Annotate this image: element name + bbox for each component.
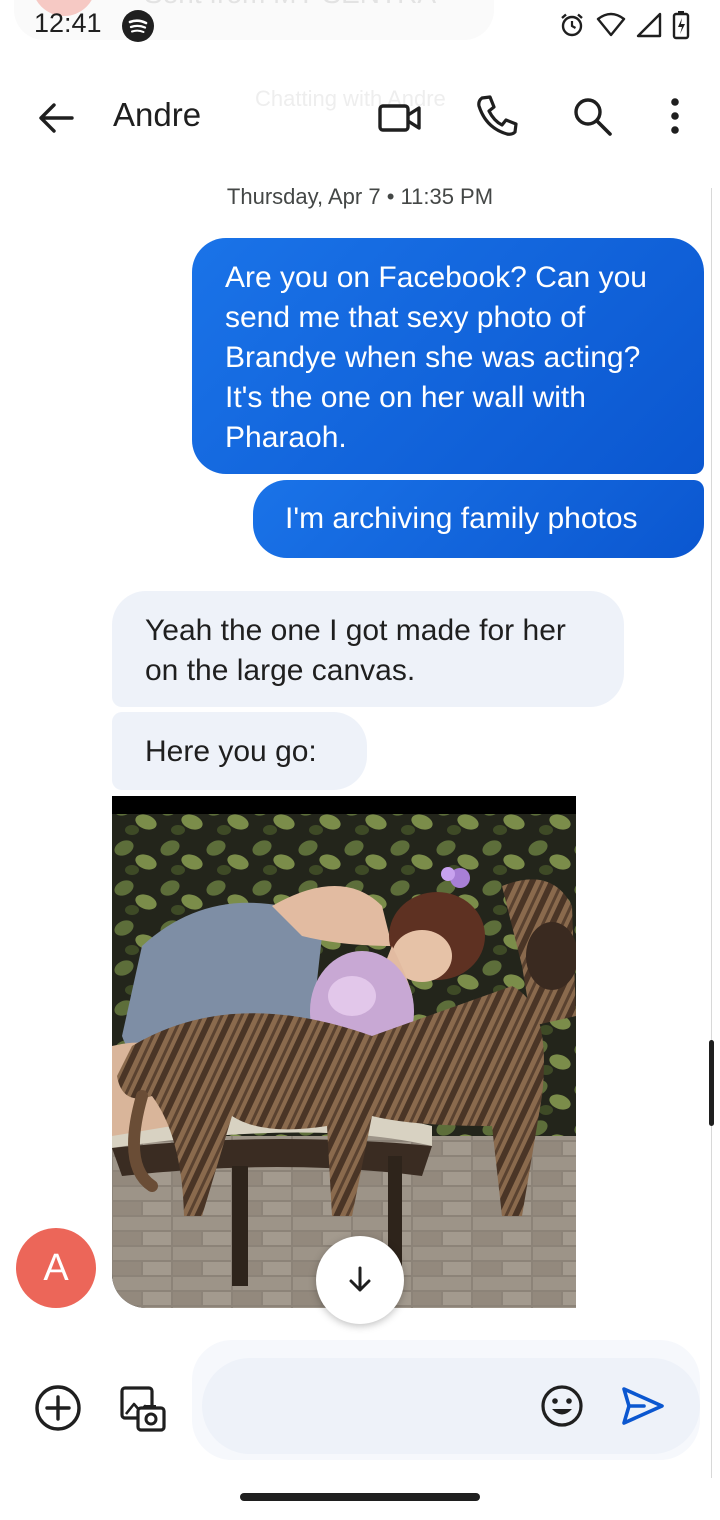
- search-icon: [574, 98, 612, 136]
- emoji-icon: [541, 1385, 583, 1427]
- gesture-nav-handle[interactable]: [240, 1493, 480, 1501]
- contact-name[interactable]: Andre: [113, 96, 201, 134]
- status-icons: [558, 10, 690, 40]
- scrollbar-thumb[interactable]: [709, 1040, 714, 1126]
- app-bar: Chatting with Andre Andre: [0, 70, 720, 166]
- video-call-icon: [378, 104, 421, 132]
- message-timestamp: Thursday, Apr 7 • 11:35 PM: [226, 184, 494, 209]
- arrow-down-icon: [349, 1266, 371, 1292]
- notification-ghost-text: Sent from MY SENTRA: [144, 0, 436, 10]
- back-button[interactable]: [34, 96, 78, 140]
- search-button[interactable]: [570, 94, 614, 138]
- received-message-bubble[interactable]: Here you go:: [112, 712, 367, 790]
- gallery-button[interactable]: [118, 1384, 168, 1434]
- phone-icon: [477, 95, 518, 136]
- more-vert-icon: [671, 98, 679, 134]
- spotify-icon: [122, 10, 154, 42]
- emoji-button[interactable]: [540, 1384, 584, 1428]
- received-message-bubble[interactable]: Yeah the one I got made for her on the l…: [112, 591, 624, 707]
- status-clock: 12:41: [34, 8, 102, 38]
- sent-message-bubble[interactable]: Are you on Facebook? Can you send me tha…: [192, 238, 704, 474]
- gallery-icon: [120, 1386, 166, 1432]
- battery-charging-icon: [672, 10, 690, 40]
- send-button[interactable]: [620, 1384, 666, 1428]
- add-circle-icon: [35, 1385, 81, 1431]
- scrollbar-track: [711, 188, 712, 1478]
- more-options-button[interactable]: [660, 94, 690, 138]
- signal-icon: [636, 12, 662, 38]
- photo-image: [112, 796, 576, 1308]
- wifi-icon: [596, 12, 626, 38]
- status-bar: Sent from MY SENTRA 12:41: [0, 0, 720, 56]
- alarm-icon: [558, 11, 586, 39]
- attach-button[interactable]: [34, 1384, 82, 1432]
- back-arrow-icon: [39, 103, 74, 133]
- scroll-to-bottom-button[interactable]: [316, 1236, 404, 1324]
- received-photo[interactable]: [112, 796, 576, 1308]
- sent-message-bubble[interactable]: I'm archiving family photos: [253, 480, 704, 558]
- send-icon: [622, 1387, 664, 1425]
- voice-call-button[interactable]: [474, 92, 520, 138]
- video-call-button[interactable]: [376, 96, 424, 140]
- sender-avatar[interactable]: A: [16, 1228, 96, 1308]
